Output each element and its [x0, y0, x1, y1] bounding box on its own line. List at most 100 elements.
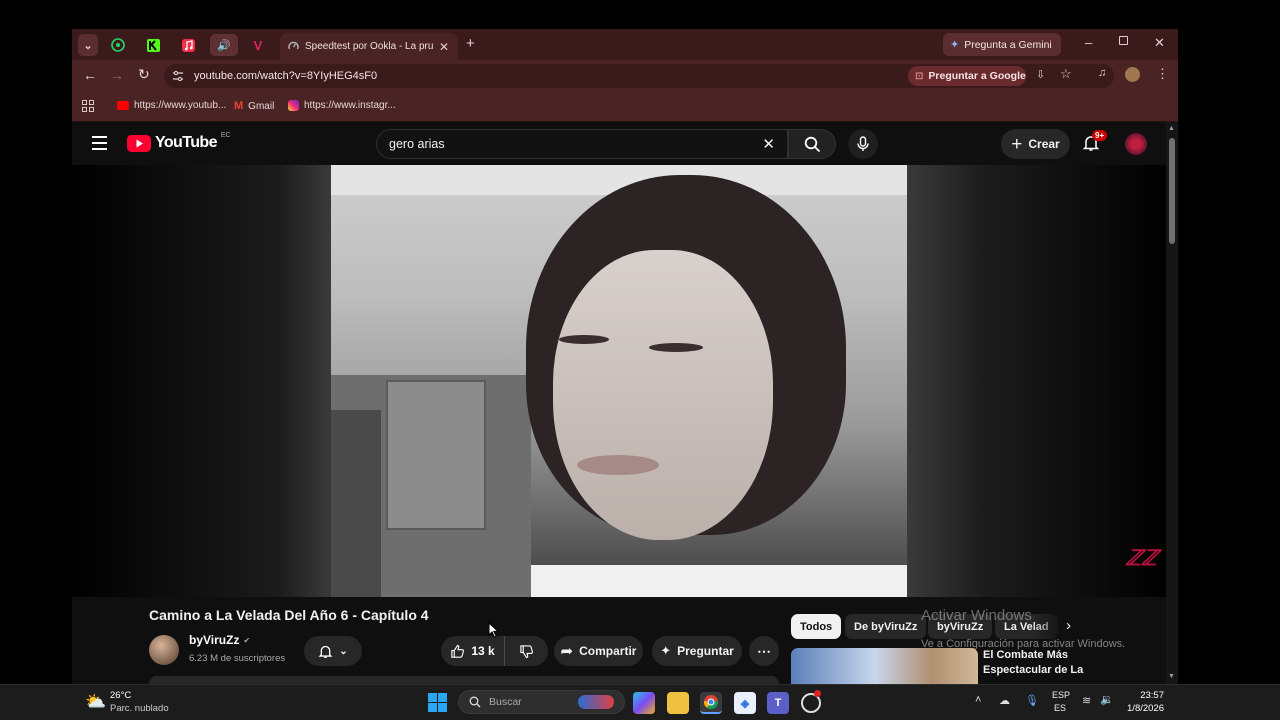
back-icon[interactable]: ←	[83, 67, 97, 83]
onedrive-icon[interactable]: ☁	[999, 694, 1010, 707]
teams-icon[interactable]: T	[767, 692, 789, 714]
chips-next-icon[interactable]: ›	[1066, 617, 1071, 634]
menu-dots-icon[interactable]: ⋮	[1156, 66, 1169, 82]
bookmark-youtube[interactable]: https://www.youtub...	[117, 100, 226, 111]
youtube-logo[interactable]: YouTube EC	[127, 132, 231, 152]
scroll-down-icon[interactable]: ▼	[1168, 673, 1175, 680]
channel-avatar[interactable]	[149, 635, 179, 665]
restore-icon[interactable]	[1119, 36, 1128, 45]
video-player[interactable]: ℤℤ	[72, 165, 1166, 597]
scrollbar-thumb[interactable]	[1169, 138, 1175, 244]
notification-badge: 9+	[1092, 130, 1108, 141]
gemini-button[interactable]: ✦ Pregunta a Gemini	[943, 33, 1061, 56]
install-app-icon[interactable]: ⇩	[1036, 68, 1045, 81]
share-arrow-icon: ➦	[560, 643, 574, 660]
chrome-icon[interactable]	[700, 692, 722, 714]
page-scrollbar[interactable]: ▲ ▼	[1166, 122, 1178, 684]
more-actions-icon[interactable]: ⋯	[749, 636, 779, 666]
weather-icon[interactable]: ⛅	[85, 692, 106, 712]
clock-time[interactable]: 23:57	[1124, 690, 1164, 701]
forward-icon[interactable]: →	[110, 67, 124, 83]
ask-button[interactable]: ✦ Preguntar	[652, 636, 742, 666]
apps-grid-icon[interactable]	[82, 100, 94, 112]
file-explorer-icon[interactable]	[667, 692, 689, 714]
viruzz-watermark-icon: ℤℤ	[1123, 547, 1160, 570]
copilot-icon[interactable]	[633, 692, 655, 714]
gemini-sparkle-icon: ✦	[950, 39, 960, 51]
video-frame	[331, 165, 907, 597]
ask-google-button[interactable]: ⊡ Preguntar a Google	[908, 66, 1026, 86]
search-input[interactable]: gero arias ✕	[376, 129, 788, 159]
bookmark-star-icon[interactable]: ☆	[1060, 66, 1072, 82]
guide-menu-icon[interactable]	[92, 136, 107, 150]
speedtest-icon	[288, 41, 299, 50]
create-button[interactable]: + Crear	[1001, 129, 1070, 159]
chip-from-channel[interactable]: De byViruZz	[845, 614, 927, 639]
recommended-thumbnail[interactable]	[791, 648, 978, 684]
media-control-icon[interactable]: ♫	[1098, 67, 1106, 79]
minimize-icon[interactable]: –	[1085, 35, 1092, 50]
bookmark-instagram[interactable]: https://www.instagr...	[288, 100, 396, 111]
audio-tab-icon[interactable]: 🔊	[210, 34, 238, 56]
new-tab-icon[interactable]: +	[466, 35, 475, 52]
close-window-icon[interactable]: ✕	[1154, 35, 1165, 51]
url-text: youtube.com/watch?v=8YIyHEG4sF0	[194, 70, 378, 82]
bookmark-label: Gmail	[248, 100, 275, 112]
tab-speedtest[interactable]: Speedtest por Ookla - La prueb ✕	[280, 33, 458, 60]
windows-start-icon[interactable]	[428, 693, 447, 712]
subscription-bell-button[interactable]: ⌄	[304, 636, 362, 666]
profile-avatar[interactable]	[1125, 67, 1140, 82]
wifi-icon[interactable]: ≋	[1082, 694, 1091, 707]
chevron-down-icon: ⌄	[339, 645, 348, 657]
settings-app-icon[interactable]	[801, 690, 821, 713]
like-button[interactable]: 13 k	[441, 636, 505, 666]
activation-subtitle: Ve a Configuración para activar Windows.	[921, 638, 1126, 650]
bookmarks-bar: https://www.youtub... M Gmail https://ww…	[72, 92, 1178, 122]
whatsapp-tab-icon[interactable]	[107, 34, 129, 56]
subscriber-count: 6.23 M de suscriptores	[189, 653, 286, 664]
notifications-button[interactable]: 9+	[1082, 130, 1108, 157]
close-tab-icon[interactable]: ✕	[439, 40, 449, 54]
logo-text: YouTube	[155, 134, 217, 151]
tray-chevron-icon[interactable]: ˄	[975, 694, 981, 706]
app-icon[interactable]: ◈	[734, 692, 756, 714]
volume-icon[interactable]: 🔉	[1100, 693, 1114, 706]
bookmark-label: https://www.youtub...	[134, 100, 227, 111]
tab-search-chevron-icon[interactable]: ⌄	[78, 34, 98, 56]
clear-search-icon[interactable]: ✕	[762, 135, 775, 153]
ask-google-label: Preguntar a Google	[928, 70, 1026, 82]
scroll-up-icon[interactable]: ▲	[1168, 125, 1175, 132]
dislike-button[interactable]	[505, 636, 548, 666]
clock-date[interactable]: 1/8/2026	[1114, 703, 1164, 714]
v-tab-icon[interactable]: V	[247, 34, 269, 56]
search-button[interactable]	[788, 129, 836, 159]
taskbar-search-input[interactable]: Buscar	[458, 690, 625, 714]
recommended-title[interactable]: El Combate Más Espectacular de La	[983, 648, 1133, 678]
chip-all[interactable]: Todos	[791, 614, 842, 639]
address-toolbar: ← → ↻ youtube.com/watch?v=8YIyHEG4sF0 ⊡ …	[72, 60, 1178, 92]
language-top[interactable]: ESP	[1052, 690, 1070, 700]
gemini-label: Pregunta a Gemini	[964, 38, 1052, 51]
bookmark-gmail[interactable]: M Gmail	[234, 100, 274, 112]
site-info-icon[interactable]	[172, 70, 184, 82]
voice-search-button[interactable]	[848, 129, 878, 159]
channel-name: byViruZz	[189, 633, 240, 647]
reload-icon[interactable]: ↻	[138, 66, 150, 83]
search-query: gero arias	[389, 137, 445, 151]
like-count: 13 k	[471, 644, 495, 658]
share-button[interactable]: ➦ Compartir	[554, 636, 643, 666]
description-box[interactable]	[149, 676, 779, 684]
language-bottom[interactable]: ES	[1052, 703, 1068, 713]
mic-tray-icon[interactable]: 🎙	[1025, 694, 1039, 707]
thumbs-up-icon	[451, 644, 465, 658]
thumbs-down-icon	[520, 644, 533, 658]
gmail-favicon-icon: M	[234, 100, 244, 112]
kick-tab-icon[interactable]	[142, 34, 164, 56]
account-avatar[interactable]	[1125, 133, 1147, 155]
taskbar: ⛅ 26°C Parc. nublado Buscar ◈ T ˄ ☁ 🎙 ES…	[0, 684, 1280, 720]
channel-name-row[interactable]: byViruZz ✔	[189, 633, 250, 647]
youtube-play-icon	[127, 134, 151, 152]
create-label: Crear	[1028, 137, 1060, 151]
music-tab-icon[interactable]	[177, 34, 199, 56]
search-icon	[469, 696, 481, 708]
